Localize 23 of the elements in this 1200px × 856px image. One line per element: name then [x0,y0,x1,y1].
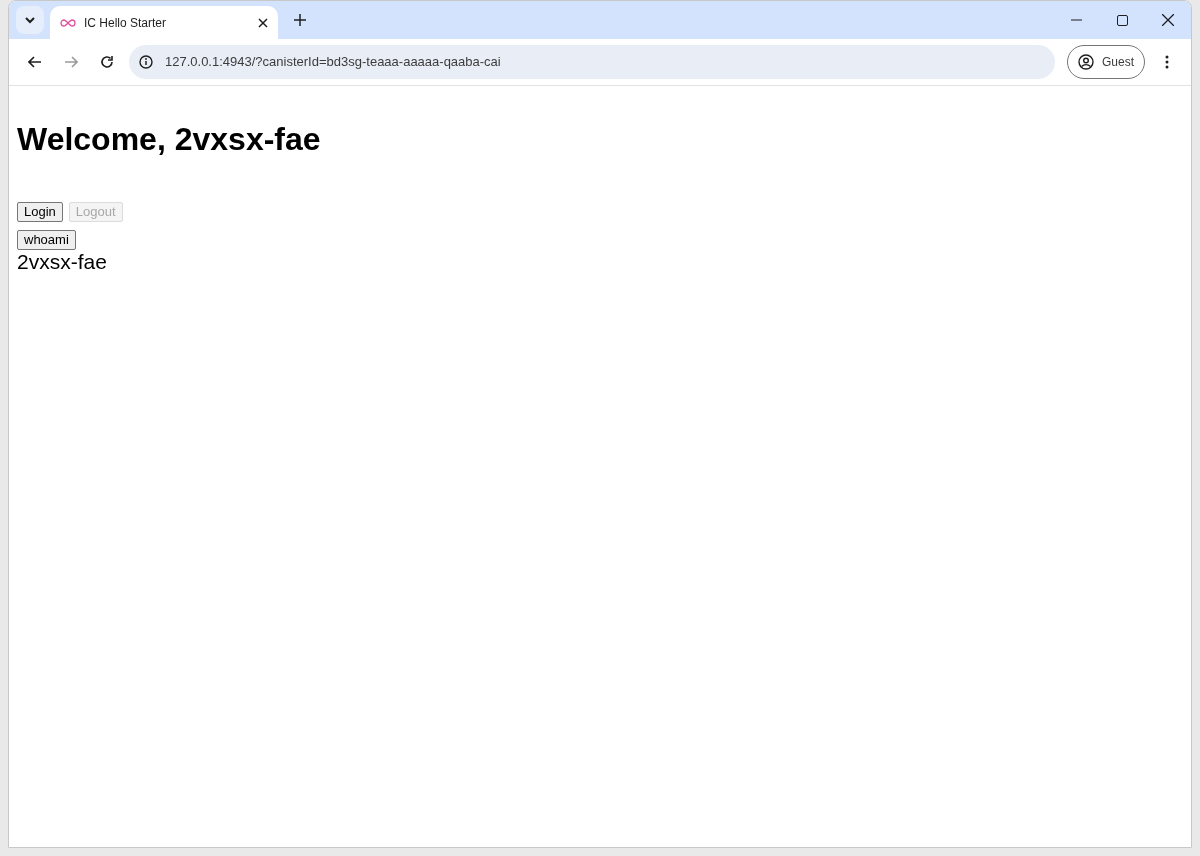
address-bar[interactable]: 127.0.0.1:4943/?canisterId=bd3sg-teaaa-aaaaa-qaaba-cai [129,45,1055,79]
tab-search-button[interactable] [16,6,44,34]
plus-icon [294,14,306,26]
browser-tab[interactable]: IC Hello Starter [50,6,278,39]
url-text: 127.0.0.1:4943/?canisterId=bd3sg-teaaa-aaaaa-qaaba-cai [165,53,501,72]
profile-button[interactable]: Guest [1067,45,1145,79]
close-icon[interactable] [258,17,268,28]
whoami-button[interactable]: whoami [17,230,76,250]
back-arrow-icon [28,56,42,68]
infinity-logo-icon [60,18,76,27]
chevron-down-icon [25,16,35,24]
person-icon [1078,54,1094,70]
info-icon [139,55,153,69]
page-heading: Welcome, 2vxsx-fae [17,120,321,159]
principal-text: 2vxsx-fae [17,250,107,273]
login-button[interactable]: Login [17,202,63,222]
forward-arrow-icon [64,56,78,68]
reload-icon [100,55,114,69]
kebab-menu-icon [1165,55,1169,69]
tab-title: IC Hello Starter [84,14,168,32]
maximize-icon [1116,14,1128,26]
close-icon [1162,14,1174,26]
minimize-icon [1070,19,1082,21]
